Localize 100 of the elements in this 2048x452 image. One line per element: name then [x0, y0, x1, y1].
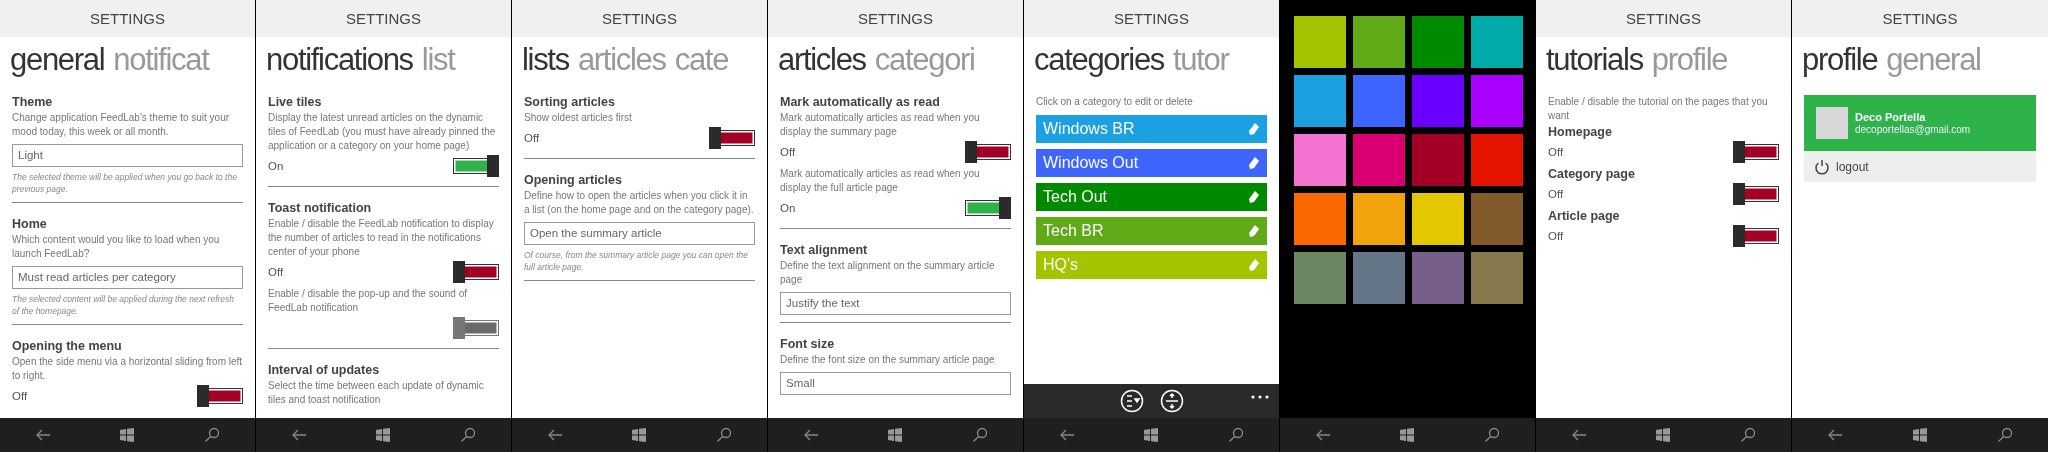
toggle-switch[interactable]: [197, 385, 243, 407]
color-swatch[interactable]: [1471, 134, 1523, 186]
back-icon[interactable]: [802, 428, 819, 442]
pivot-tab[interactable]: profile: [1802, 41, 1878, 79]
windows-logo-icon[interactable]: [888, 428, 903, 442]
search-icon[interactable]: [1484, 427, 1501, 443]
search-icon[interactable]: [1997, 427, 2013, 443]
search-icon[interactable]: [460, 427, 477, 443]
search-icon[interactable]: [716, 427, 733, 443]
color-swatch[interactable]: [1294, 193, 1346, 245]
toggle-switch[interactable]: [709, 127, 755, 149]
setting-note: Of course, from the summary article page you can open the full article page.: [524, 249, 749, 273]
setting-heading: Mark automatically as read: [780, 95, 941, 109]
color-swatch[interactable]: [1412, 134, 1464, 186]
pivot-tab[interactable]: categori: [874, 41, 975, 79]
category-item[interactable]: Tech Out: [1036, 183, 1267, 211]
color-swatch[interactable]: [1294, 252, 1346, 304]
windows-logo-icon[interactable]: [1400, 428, 1415, 442]
select-field[interactable]: Justify the text: [780, 292, 1011, 315]
windows-logo-icon[interactable]: [120, 428, 135, 442]
category-item[interactable]: Tech BR: [1036, 217, 1267, 245]
color-swatch[interactable]: [1412, 252, 1464, 304]
select-field[interactable]: Light: [12, 144, 243, 167]
pivot-tab[interactable]: lists: [522, 41, 569, 79]
toggle-switch[interactable]: [1733, 141, 1779, 163]
toggle-switch[interactable]: [965, 197, 1011, 219]
color-swatch[interactable]: [1294, 75, 1346, 127]
windows-logo-icon[interactable]: [376, 428, 391, 442]
toggle-state: Off: [268, 266, 284, 278]
select-field[interactable]: Open the summary article: [524, 222, 755, 245]
search-icon[interactable]: [972, 427, 989, 443]
toggle-switch[interactable]: [453, 155, 499, 177]
pivot-tab[interactable]: notificat: [113, 41, 209, 79]
windows-logo-icon[interactable]: [1913, 428, 1927, 442]
color-swatch[interactable]: [1412, 75, 1464, 127]
search-icon[interactable]: [204, 427, 221, 443]
toggle-state: Off: [1548, 188, 1564, 200]
pivot-tab[interactable]: cate: [674, 41, 729, 79]
color-swatch[interactable]: [1471, 252, 1523, 304]
back-icon[interactable]: [1058, 428, 1075, 442]
color-swatch[interactable]: [1353, 75, 1405, 127]
toggle-switch[interactable]: [453, 261, 499, 283]
select-field[interactable]: Small: [780, 372, 1011, 395]
marker-icon: [1248, 156, 1260, 170]
color-swatch[interactable]: [1412, 16, 1464, 68]
windows-logo-icon[interactable]: [1144, 428, 1159, 442]
setting-heading: Toast notification: [268, 201, 373, 215]
color-swatch[interactable]: [1294, 134, 1346, 186]
toggle-switch[interactable]: [965, 141, 1011, 163]
marker-icon: [1248, 190, 1260, 204]
color-swatch[interactable]: [1353, 16, 1405, 68]
pivot-tab[interactable]: profile: [1651, 41, 1728, 79]
more-icon[interactable]: [1251, 395, 1269, 399]
pivot-tab[interactable]: general: [1886, 41, 1981, 79]
pivot-tab[interactable]: articles: [577, 41, 666, 79]
pivot-tab[interactable]: tutor: [1173, 41, 1229, 79]
pivot-tab[interactable]: notifications: [266, 41, 413, 79]
toggle-switch[interactable]: [1733, 225, 1779, 247]
reorder-icon[interactable]: [1159, 389, 1184, 413]
category-item[interactable]: Windows Out: [1036, 149, 1267, 177]
pivot-tab[interactable]: articles: [778, 41, 866, 79]
setting-note: The selected theme will be applied when you go back to the previous page.: [12, 171, 238, 195]
pivot-tab[interactable]: list: [421, 41, 455, 79]
search-icon[interactable]: [1228, 427, 1245, 443]
profile-card[interactable]: Deco Portella decoportellas@gmail.com: [1804, 95, 2036, 151]
color-swatch[interactable]: [1353, 252, 1405, 304]
back-icon[interactable]: [1570, 428, 1587, 442]
back-icon[interactable]: [34, 428, 51, 442]
toggle-state: Off: [524, 132, 540, 144]
back-icon[interactable]: [1314, 428, 1331, 442]
power-icon: [1814, 159, 1830, 175]
setting-note: The selected content will be applied during the next refresh of the homepage.: [12, 293, 236, 317]
color-swatch[interactable]: [1471, 193, 1523, 245]
pivot-tab[interactable]: general: [10, 41, 105, 79]
setting-description: Which content would you like to load when you launch FeedLab?: [12, 233, 221, 261]
color-swatch[interactable]: [1353, 193, 1405, 245]
back-icon[interactable]: [290, 428, 307, 442]
toggle-switch[interactable]: [1733, 183, 1779, 205]
color-swatch[interactable]: [1294, 16, 1346, 68]
color-swatch[interactable]: [1353, 134, 1405, 186]
marker-icon: [1248, 258, 1260, 272]
windows-logo-icon[interactable]: [632, 428, 647, 442]
back-icon[interactable]: [546, 428, 563, 442]
pivot-tab[interactable]: tutorials: [1546, 41, 1643, 79]
logout-button[interactable]: logout: [1804, 152, 2036, 182]
windows-logo-icon[interactable]: [1656, 428, 1671, 442]
setting-heading: Homepage: [1548, 125, 1613, 139]
color-swatch[interactable]: [1471, 16, 1523, 68]
setting-heading: Sorting articles: [524, 95, 616, 109]
color-swatch[interactable]: [1412, 193, 1464, 245]
back-icon[interactable]: [1827, 428, 1843, 442]
color-swatch[interactable]: [1471, 75, 1523, 127]
select-field[interactable]: Must read articles per category: [12, 266, 243, 289]
search-icon[interactable]: [1740, 427, 1757, 443]
sort-icon[interactable]: [1119, 389, 1144, 413]
toggle-state: Off: [12, 390, 28, 402]
pivot-tab[interactable]: categories: [1034, 41, 1165, 79]
page-title: SETTINGS: [346, 10, 421, 27]
setting-heading: Home: [12, 217, 48, 231]
category-item[interactable]: Windows BR: [1036, 115, 1267, 143]
